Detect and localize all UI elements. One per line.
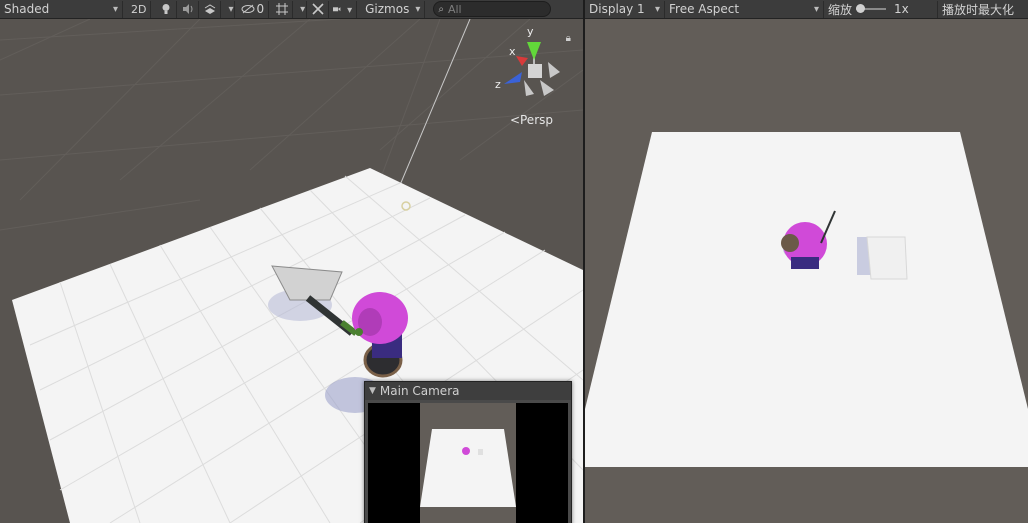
persp-icon: < bbox=[509, 113, 520, 127]
camera-dropdown[interactable] bbox=[341, 2, 352, 16]
game-canvas[interactable] bbox=[585, 19, 1028, 523]
gizmos-dropdown[interactable]: Gizmos bbox=[361, 0, 426, 18]
lock-icon[interactable]: 🔒︎ bbox=[566, 33, 571, 44]
gizmo-x-label: x bbox=[509, 45, 516, 58]
effects-icon[interactable] bbox=[199, 0, 222, 18]
gizmos-label: Gizmos bbox=[365, 2, 410, 16]
projection-toggle[interactable]: <Persp bbox=[510, 113, 553, 127]
game-quad-object bbox=[866, 236, 908, 280]
gizmo-y-label: y bbox=[527, 25, 534, 38]
camera-icon[interactable] bbox=[329, 0, 358, 18]
tools-icon[interactable] bbox=[307, 0, 330, 18]
game-ground-plane bbox=[585, 132, 1028, 467]
display-label: Display 1 bbox=[589, 2, 645, 16]
camera-frustum-line bbox=[399, 19, 471, 186]
shading-mode-dropdown[interactable]: Shaded bbox=[0, 0, 123, 18]
hidden-objects-count: 0 bbox=[256, 2, 265, 16]
gizmo-z-label: z bbox=[495, 78, 501, 91]
lightbulb-icon[interactable] bbox=[155, 0, 178, 18]
maximize-on-play-toggle[interactable]: 播放时最大化 bbox=[938, 1, 1018, 18]
scene-view[interactable]: x y z 🔒︎ <Persp ▼ Main Camera bbox=[0, 19, 583, 523]
search-icon: ⌕ bbox=[438, 3, 444, 15]
eye-slash-icon bbox=[241, 4, 255, 14]
effects-dropdown[interactable] bbox=[221, 0, 236, 18]
2d-toggle-button[interactable]: 2D bbox=[127, 0, 152, 18]
shading-mode-label: Shaded bbox=[4, 2, 50, 16]
game-view[interactable] bbox=[585, 19, 1028, 523]
maximize-on-play-label: 播放时最大化 bbox=[942, 2, 1015, 17]
camera-preview: ▼ Main Camera bbox=[364, 381, 572, 523]
x-axis-cone[interactable] bbox=[516, 56, 528, 66]
camera-preview-render bbox=[420, 403, 516, 523]
camera-preview-title: Main Camera bbox=[379, 384, 460, 398]
aspect-dropdown[interactable]: Free Aspect bbox=[665, 0, 824, 18]
scale-value: 1x bbox=[894, 2, 909, 16]
camera-preview-view bbox=[368, 403, 568, 523]
speaker-icon[interactable] bbox=[177, 0, 200, 18]
grid-dropdown[interactable] bbox=[293, 0, 308, 18]
scene-toolbar: Shaded 2D 0 Gizmos ⌕ All bbox=[0, 0, 583, 19]
scale-slider-thumb[interactable] bbox=[856, 4, 866, 13]
2d-label: 2D bbox=[131, 2, 147, 16]
scale-slider[interactable] bbox=[856, 4, 887, 13]
scale-control: 缩放 1x bbox=[824, 0, 938, 18]
z-axis-cone[interactable] bbox=[504, 72, 522, 84]
game-toolbar: Display 1 Free Aspect 缩放 1x 播放时最大化 bbox=[585, 0, 1028, 19]
search-input[interactable]: ⌕ All bbox=[433, 1, 552, 17]
y-axis-cone[interactable] bbox=[527, 42, 541, 60]
projection-label: Persp bbox=[520, 113, 553, 127]
aspect-label: Free Aspect bbox=[669, 2, 740, 16]
hidden-objects-toggle[interactable]: 0 bbox=[237, 0, 270, 18]
collapse-triangle-icon[interactable]: ▼ bbox=[369, 386, 376, 396]
camera-preview-header: ▼ Main Camera bbox=[365, 382, 571, 400]
scale-label: 缩放 bbox=[828, 2, 853, 17]
display-dropdown[interactable]: Display 1 bbox=[585, 0, 665, 18]
search-placeholder: All bbox=[447, 2, 462, 16]
grid-icon[interactable] bbox=[271, 0, 294, 18]
